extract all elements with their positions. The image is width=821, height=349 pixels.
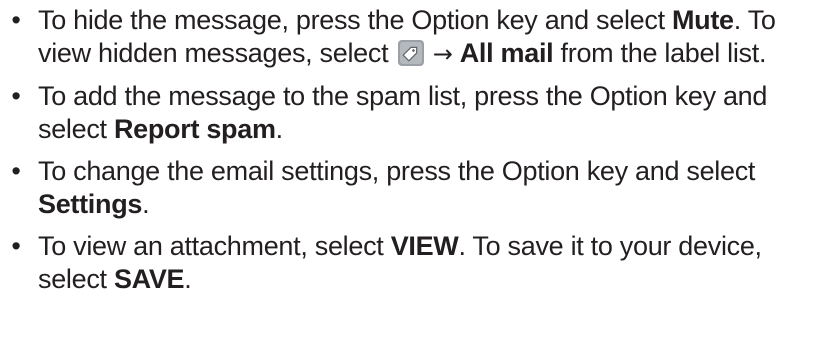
report-spam-label: Report spam xyxy=(113,114,276,144)
list-item-settings: • To change the email settings, press th… xyxy=(0,155,821,221)
mute-option-label: Mute xyxy=(671,5,734,35)
settings-text-post: . xyxy=(142,189,150,219)
attachment-text-pre: To view an attachment, select xyxy=(38,231,391,261)
spam-text-post: . xyxy=(275,114,284,144)
all-mail-label: All mail xyxy=(459,38,554,68)
hidden-messages-text-post: from the label list. xyxy=(553,38,767,68)
save-label: SAVE xyxy=(113,264,185,294)
bullet: • xyxy=(11,81,21,111)
settings-text-pre: To change the email settings, press the … xyxy=(38,156,756,186)
arrow-glyph: → xyxy=(432,40,453,68)
mute-text-pre: To hide the message, press the Option ke… xyxy=(38,5,672,35)
label-tag-icon xyxy=(397,40,424,66)
bullet: • xyxy=(11,5,21,35)
attachment-text-post: . xyxy=(184,264,192,294)
list-item-attachment: • To view an attachment, select VIEW. To… xyxy=(0,230,821,296)
view-label: VIEW xyxy=(390,231,459,261)
list-item-report-spam: • To add the message to the spam list, p… xyxy=(0,80,821,146)
instruction-list: • To hide the message, press the Option … xyxy=(0,0,821,296)
list-item-mute: • To hide the message, press the Option … xyxy=(0,4,821,71)
bullet: • xyxy=(11,156,21,186)
settings-label: Settings xyxy=(38,189,143,219)
bullet: • xyxy=(11,231,21,261)
mute-text-post: . xyxy=(733,5,742,35)
